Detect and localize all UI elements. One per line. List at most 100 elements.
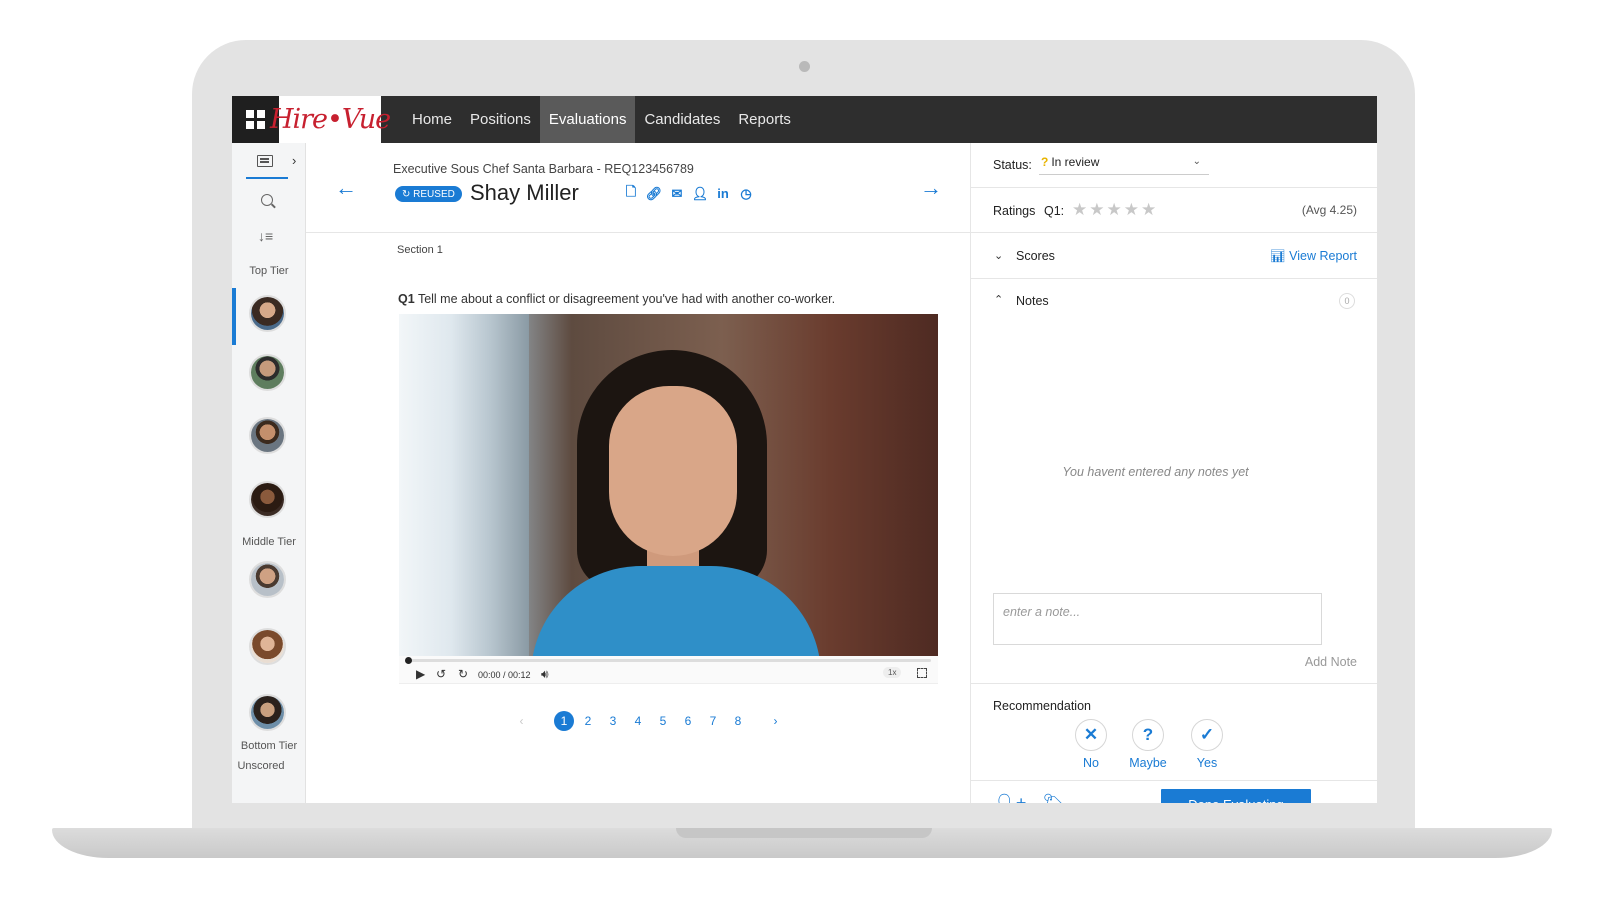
question-text: Tell me about a conflict or disagreement… [417,292,836,306]
candidate-avatar[interactable] [249,561,286,598]
done-evaluating-button[interactable]: Done Evaluating [1161,789,1311,803]
video-candidate-body [531,566,821,656]
recommend-maybe-button[interactable]: ? Maybe [1118,719,1178,770]
search-icon[interactable] [261,194,273,206]
close-icon: ✕ [1075,719,1107,751]
star-rating: ★ ★ ★ ★ ★ [1072,201,1156,218]
list-view-toggle[interactable] [244,147,306,181]
linkedin-icon[interactable]: in [716,186,730,201]
fullscreen-icon[interactable] [917,668,927,678]
document-icon[interactable]: 🗋 [624,184,638,201]
notes-label[interactable]: Notes [1016,294,1049,308]
recommend-yes-button[interactable]: ✓ Yes [1177,719,1237,770]
evaluation-panel: Status: ? In review ⌄ Ratings Q1: ★ ★ ★ ★… [970,143,1377,803]
nav-home[interactable]: Home [403,96,461,143]
hirevue-logo[interactable]: Hire•Vue [270,96,391,143]
add-user-icon[interactable]: 👤︎+ [993,793,1026,803]
star-icon[interactable]: ★ [1124,201,1139,218]
candidate-avatar[interactable] [249,628,286,665]
notes-count-badge: 0 [1339,293,1355,309]
chevron-up-icon[interactable]: ⌃ [994,293,1003,306]
profile-icon[interactable]: 👤︎ [692,186,709,201]
page-3[interactable]: 3 [602,710,624,732]
expand-sidebar-icon[interactable]: › [292,153,296,168]
video-candidate-face [609,386,737,556]
link-icon[interactable]: 🔗︎ [646,186,663,201]
add-note-button[interactable]: Add Note [1305,655,1357,669]
nav-positions[interactable]: Positions [461,96,540,143]
page-5[interactable]: 5 [652,710,674,732]
forward-icon[interactable]: ↻ [458,667,468,681]
candidate-avatar[interactable] [249,694,286,731]
reused-badge: ↻ REUSED [395,186,462,202]
average-rating: (Avg 4.25) [1301,203,1357,217]
recommend-no-label: No [1083,756,1099,770]
candidate-avatar[interactable] [249,417,286,454]
candidate-avatar[interactable] [249,295,286,332]
note-input[interactable]: enter a note... [993,593,1322,645]
candidate-avatar[interactable] [249,481,286,518]
chart-icon: 📊︎ [1269,249,1290,263]
page-6[interactable]: 6 [677,710,699,732]
footer-actions: 👤︎+ 🏷︎ [993,793,1065,803]
status-row: Status: ? In review ⌄ [971,143,1377,188]
page-1[interactable]: 1 [554,711,574,731]
question-number: Q1 [398,292,415,306]
star-icon[interactable]: ★ [1089,201,1104,218]
candidate-actions: 🗋 🔗︎ ✉ 👤︎ in ◷ [624,184,753,202]
video-controls: ▶ ↺ ↻ 00:00 / 00:12 🔊︎ 1x [399,656,938,684]
page-2[interactable]: 2 [577,710,599,732]
history-icon[interactable]: ◷ [739,186,753,201]
volume-icon[interactable]: 🔊︎ [541,667,549,682]
nav-menu: Home Positions Evaluations Candidates Re… [403,96,800,143]
recommend-no-button[interactable]: ✕ No [1061,719,1121,770]
nav-evaluations[interactable]: Evaluations [539,96,636,143]
recommendation-label: Recommendation [993,699,1091,713]
active-view-underline [246,177,288,179]
nav-reports[interactable]: Reports [729,96,800,143]
chevron-down-icon: ⌄ [1192,156,1201,167]
video-player[interactable] [399,314,938,656]
email-icon[interactable]: ✉ [670,186,684,201]
check-icon: ✓ [1191,719,1223,751]
selected-candidate-indicator [232,288,236,345]
question-icon: ? [1132,719,1164,751]
ratings-label: Ratings [993,204,1036,218]
list-view-icon[interactable] [257,155,273,167]
rewind-icon[interactable]: ↺ [436,667,446,681]
view-report-link[interactable]: 📊︎ View Report [1270,249,1357,264]
page-8[interactable]: 8 [727,710,749,732]
sort-icon[interactable]: ↓≡ [258,228,273,244]
next-candidate-arrow-icon[interactable]: → [920,175,942,201]
chevron-down-icon[interactable]: ⌄ [994,249,1003,262]
video-background-window [399,314,529,656]
scores-label[interactable]: Scores [1016,249,1055,263]
play-icon[interactable]: ▶ [416,667,425,681]
video-scrub-handle[interactable] [405,657,412,664]
page-4[interactable]: 4 [627,710,649,732]
logo-text: Hire•Vue [269,104,391,135]
question-pagination: ‹ 1 2 3 4 5 6 7 8 › [509,710,788,732]
video-time: 00:00 / 00:12 [478,670,531,680]
previous-candidate-arrow-icon[interactable]: ← [335,175,357,201]
empty-notes-message: You havent entered any notes yet [1062,465,1249,479]
tag-icon[interactable]: 🏷︎ [1042,793,1065,803]
candidate-name: Shay Miller [470,180,579,205]
star-icon[interactable]: ★ [1072,201,1087,218]
page-7[interactable]: 7 [702,710,724,732]
middle-tier-label: Middle Tier [242,536,296,548]
top-navigation: Hire•Vue Home Positions Evaluations Cand… [232,96,1377,143]
playback-speed-button[interactable]: 1x [883,667,902,678]
status-dropdown[interactable]: ? In review ⌄ [1039,155,1209,175]
candidate-avatar[interactable] [249,354,286,391]
previous-page-button[interactable]: ‹ [511,710,533,732]
next-page-button[interactable]: › [765,710,787,732]
nav-candidates[interactable]: Candidates [635,96,729,143]
grid-icon [246,110,265,129]
view-report-label: View Report [1289,249,1357,263]
laptop-camera [799,61,810,72]
star-icon[interactable]: ★ [1107,201,1122,218]
star-icon[interactable]: ★ [1141,201,1156,218]
video-progress-bar[interactable] [407,659,931,662]
ratings-question: Q1: [1044,204,1065,218]
